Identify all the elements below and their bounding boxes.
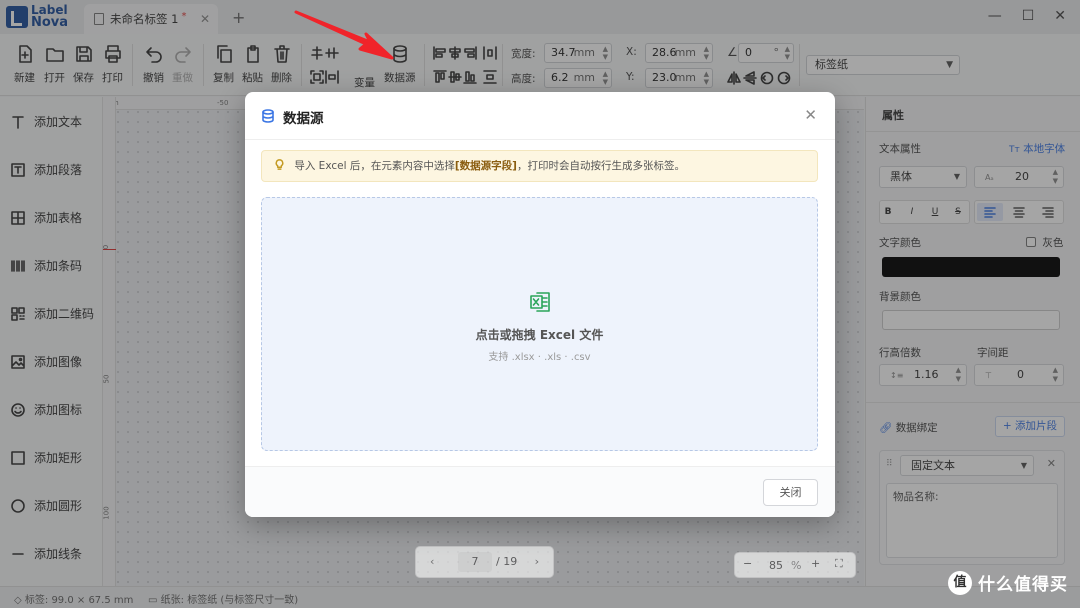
total-pages: / 19 [496, 555, 518, 568]
database-icon [262, 109, 274, 123]
dropzone-subtitle: 支持 .xlsx · .xls · .csv [488, 352, 591, 363]
tip-field-name: [数据源字段] [454, 160, 517, 172]
current-page: 7 [471, 555, 479, 568]
zoom-control: − 85 % + ⛶ [734, 552, 856, 578]
watermark-badge: 值 [948, 570, 972, 595]
page-input[interactable]: 7 [458, 552, 492, 572]
datasource-dialog: 数据源 ✕ 导入 Excel 后，在元素内容中选择[数据源字段]，打印时会自动按… [245, 92, 835, 517]
import-tip: 导入 Excel 后，在元素内容中选择[数据源字段]，打印时会自动按行生成多张标… [261, 150, 818, 182]
prev-page-icon[interactable]: ‹ [430, 555, 434, 568]
zoom-out-icon[interactable]: − [743, 557, 752, 570]
zoom-in-icon[interactable]: + [811, 557, 820, 570]
lightbulb-icon [275, 159, 284, 170]
fullscreen-icon[interactable]: ⛶ [835, 557, 843, 571]
dialog-header: 数据源 ✕ [245, 92, 835, 140]
dialog-title: 数据源 [283, 111, 324, 127]
excel-file-icon [530, 292, 550, 312]
excel-dropzone[interactable]: 点击或拖拽 Excel 文件 支持 .xlsx · .xls · .csv [261, 197, 818, 451]
tip-suffix: ，打印时会自动按行生成多张标签。 [516, 160, 685, 172]
tip-prefix: 导入 Excel 后，在元素内容中选择 [294, 160, 455, 172]
zoom-value: 85 [769, 559, 783, 572]
watermark-text: 什么值得买 [978, 575, 1068, 595]
dropzone-title: 点击或拖拽 Excel 文件 [475, 328, 604, 342]
dialog-footer: 关闭 [245, 466, 835, 517]
next-page-icon[interactable]: › [535, 555, 539, 568]
page-navigator: ‹ 7 / 19 › [415, 546, 554, 578]
close-button[interactable]: 关闭 [763, 479, 818, 506]
zoom-unit: % [791, 559, 802, 572]
watermark: 值 什么值得买 [948, 570, 1068, 595]
dialog-close-icon[interactable]: ✕ [804, 106, 817, 124]
